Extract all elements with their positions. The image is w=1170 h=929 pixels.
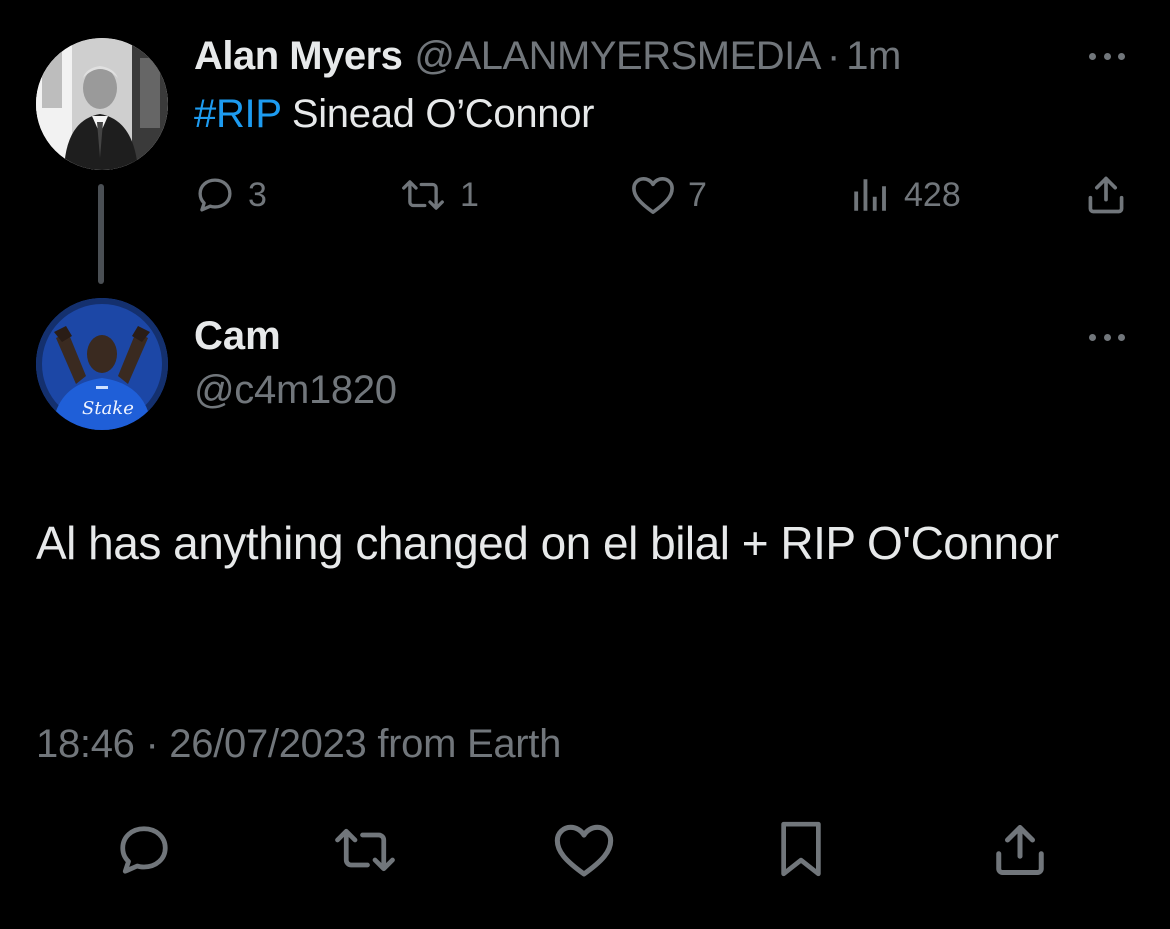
bookmark-button[interactable]	[776, 818, 826, 885]
share-icon	[1088, 176, 1124, 214]
parent-tweet-body: Sinead O’Connor	[281, 92, 595, 136]
tweet-timestamp: 18:46 · 26/07/2023 from Earth	[36, 722, 561, 767]
reply-author-avatar[interactable]: Stake	[36, 298, 168, 430]
tweet-date[interactable]: 26/07/2023	[169, 722, 367, 766]
retweet-icon	[335, 828, 395, 872]
parent-reply-count: 3	[248, 175, 267, 214]
reply-icon	[198, 178, 232, 212]
parent-tweet-actions: 3 1 7 428	[0, 170, 1170, 220]
tweet-time[interactable]: 18:46	[36, 722, 135, 766]
hashtag-link[interactable]: #RIP	[194, 92, 281, 136]
parent-like-count: 7	[688, 175, 707, 214]
reply-tweet-text: Al has anything changed on el bilal + RI…	[36, 517, 1059, 569]
parent-author-name[interactable]: Alan Myers	[194, 34, 403, 79]
parent-tweet-time[interactable]: 1m	[846, 34, 901, 79]
share-icon	[996, 825, 1044, 875]
parent-tweet-text: #RIP Sinead O’Connor	[194, 92, 594, 137]
reply-icon	[120, 826, 168, 874]
tweet-source: from Earth	[377, 722, 562, 766]
parent-retweet-button[interactable]: 1	[398, 174, 479, 216]
tweet-detail-page: Alan Myers @ALANMYERSMEDIA · 1m #RIP Sin…	[0, 0, 1170, 929]
reply-button[interactable]	[114, 820, 174, 885]
like-button[interactable]	[552, 820, 616, 885]
avatar-shirt-text: Stake	[82, 398, 134, 419]
reply-author-handle[interactable]: @c4m1820	[194, 368, 397, 413]
bookmark-icon	[781, 821, 821, 877]
share-button[interactable]	[990, 818, 1050, 887]
more-icon[interactable]	[1085, 325, 1129, 349]
avatar-photo-cam: Stake	[36, 298, 168, 430]
reply-author-name[interactable]: Cam	[194, 314, 281, 359]
parent-share-button[interactable]	[1084, 172, 1128, 218]
views-icon	[854, 179, 886, 211]
timestamp-separator: ·	[145, 722, 159, 766]
parent-tweet-header: Alan Myers @ALANMYERSMEDIA · 1m	[194, 34, 901, 82]
parent-author-handle[interactable]: @ALANMYERSMEDIA	[414, 34, 821, 79]
parent-retweet-count: 1	[460, 175, 479, 214]
retweet-button[interactable]	[330, 820, 400, 885]
like-icon	[632, 176, 674, 214]
header-separator: ·	[826, 34, 841, 78]
reply-tweet-actions	[0, 816, 1170, 886]
retweet-icon	[402, 180, 444, 210]
parent-author-avatar[interactable]	[36, 38, 168, 170]
like-icon	[554, 824, 614, 877]
parent-view-count: 428	[904, 175, 961, 214]
more-icon[interactable]	[1085, 44, 1129, 68]
parent-views-button[interactable]: 428	[848, 174, 961, 216]
parent-like-button[interactable]: 7	[630, 174, 707, 216]
parent-reply-button[interactable]: 3	[194, 174, 267, 216]
avatar-photo-alan	[36, 38, 168, 170]
